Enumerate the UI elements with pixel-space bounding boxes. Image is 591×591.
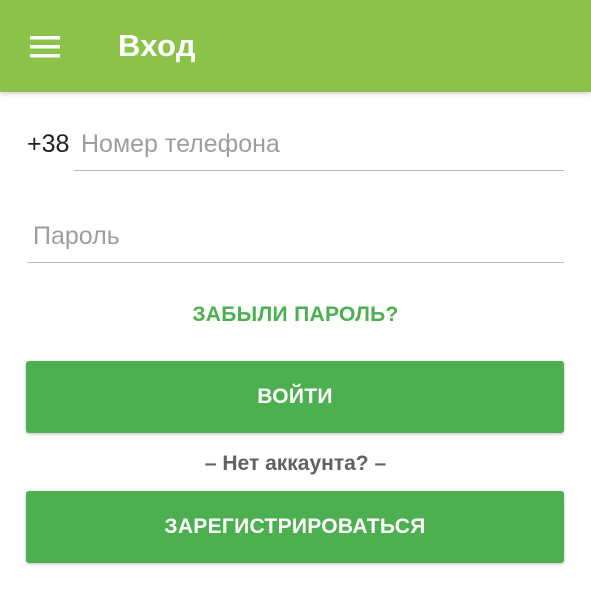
phone-input[interactable] <box>74 118 564 170</box>
no-account-text: – Нет аккаунта? – <box>204 452 387 475</box>
phone-field[interactable] <box>74 118 564 171</box>
hamburger-menu-icon <box>30 36 60 58</box>
login-screen: Вход +38 ЗАБЫЛИ ПАРОЛЬ? ВОЙТИ – Нет акка… <box>0 0 591 591</box>
phone-country-code: +38 <box>27 130 70 158</box>
forgot-password-link[interactable]: ЗАБЫЛИ ПАРОЛЬ? <box>0 303 591 327</box>
login-button[interactable]: ВОЙТИ <box>26 361 564 433</box>
page-title: Вход <box>118 28 196 63</box>
menu-button[interactable] <box>18 22 74 70</box>
password-field[interactable] <box>27 210 564 263</box>
login-button-label: ВОЙТИ <box>257 385 333 408</box>
password-input[interactable] <box>27 210 564 262</box>
app-bar: Вход <box>0 0 591 92</box>
register-button-label: ЗАРЕГИСТРИРОВАТЬСЯ <box>164 515 426 538</box>
register-button[interactable]: ЗАРЕГИСТРИРОВАТЬСЯ <box>26 491 564 563</box>
